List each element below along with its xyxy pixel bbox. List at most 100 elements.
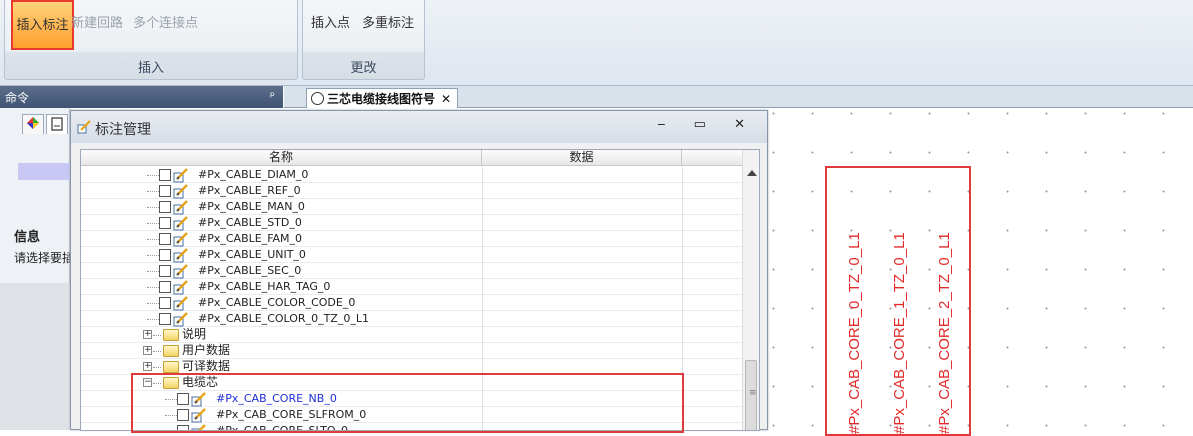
folder-label: 用户数据 [182,343,231,357]
tree-row[interactable]: #Px_CABLE_HAR_TAG_0 [81,279,744,295]
column-divider [682,327,683,343]
multiple-connection-points-button[interactable]: 多个连接点 [133,12,198,31]
row-checkbox[interactable] [159,297,171,309]
expand-toggle-icon[interactable]: + [143,346,152,355]
column-divider [682,279,683,295]
tree-row[interactable]: #Px_CABLE_DIAM_0 [81,167,744,183]
row-checkbox[interactable] [159,201,171,213]
insert-point-button[interactable]: 插入点 [311,12,350,31]
column-divider [682,247,683,263]
document-tab[interactable] [46,114,68,134]
canvas-label-core-1[interactable]: #Px_CAB_CORE_1_TZ_0_L1 [886,174,908,434]
annotation-icon [173,184,188,199]
tree-row[interactable]: #Px_CABLE_COLOR_0_TZ_0_L1 [81,311,744,327]
scroll-up-icon[interactable] [747,170,757,176]
tree-connector [147,287,159,288]
annotation-icon [173,216,188,231]
column-divider [682,263,683,279]
tree-row[interactable]: #Px_CABLE_FAM_0 [81,231,744,247]
row-checkbox[interactable] [159,185,171,197]
tree-connector [147,223,159,224]
expand-toggle-icon[interactable]: + [143,330,152,339]
command-panel: 信息 请选择要插 [0,108,70,283]
tree-folder-row[interactable]: + 用户数据 [81,343,744,359]
column-divider [482,199,483,215]
row-checkbox[interactable] [159,313,171,325]
row-checkbox[interactable] [159,249,171,261]
tab-title: 三芯电缆接线图符号 [327,92,436,106]
insert-annotation-button[interactable]: 插入标注 [11,0,74,50]
tree-folder-row[interactable]: + 说明 [81,327,744,343]
tree-connector [153,367,161,368]
canvas-label-core-0[interactable]: #Px_CAB_CORE_0_TZ_0_L1 [841,174,863,434]
multi-annotation-button[interactable]: 多重标注 [362,12,414,31]
row-label: #Px_CABLE_REF_0 [198,184,301,197]
row-checkbox[interactable] [159,217,171,229]
column-header-data[interactable]: 数据 [482,150,682,166]
command-panel-empty [0,283,70,430]
column-header-name[interactable]: 名称 [81,150,482,166]
column-divider [482,279,483,295]
annotation-icon [173,200,188,215]
tree-row[interactable]: #Px_CABLE_SEC_0 [81,263,744,279]
dialog-titlebar[interactable]: 标注管理 ‒ ▭ ✕ [71,111,767,143]
column-divider [482,247,483,263]
command-panel-title: 命令 [5,91,30,105]
column-divider [682,231,683,247]
row-checkbox[interactable] [159,233,171,245]
document-icon [311,92,324,105]
tree-row[interactable]: #Px_CABLE_REF_0 [81,183,744,199]
row-label: #Px_CABLE_UNIT_0 [198,248,306,261]
column-divider [482,263,483,279]
tree-row[interactable]: #Px_CABLE_UNIT_0 [81,247,744,263]
annotation-icon [173,280,188,295]
scroll-thumb[interactable]: ≡ [745,360,757,430]
column-divider [482,167,483,183]
column-divider [682,167,683,183]
folder-label: 说明 [182,327,207,341]
command-panel-header: 命令 ᵖ [0,86,283,108]
folder-icon [163,361,179,373]
dialog-title: 标注管理 [95,122,151,138]
tree-connector [147,207,159,208]
info-hint: 请选择要插 [14,251,70,265]
window-controls[interactable]: ‒ ▭ ✕ [657,117,757,132]
annotation-icon [173,248,188,263]
grip-icon: ≡ [749,388,757,398]
column-divider [482,343,483,359]
tree-connector [147,271,159,272]
tab-three-core-cable-symbol[interactable]: 三芯电缆接线图符号 ✕ [306,88,459,108]
row-label: #Px_CABLE_FAM_0 [198,232,303,245]
column-divider [682,343,683,359]
column-divider [482,215,483,231]
row-checkbox[interactable] [159,265,171,277]
pin-icon[interactable]: ᵖ [270,89,275,103]
annotation-icon [173,312,188,327]
row-checkbox[interactable] [159,281,171,293]
vertical-scrollbar[interactable]: ≡ [742,150,759,430]
tree-row[interactable]: #Px_CABLE_MAN_0 [81,199,744,215]
column-divider [482,295,483,311]
column-divider [482,311,483,327]
row-checkbox[interactable] [159,169,171,181]
expand-toggle-icon[interactable]: + [143,362,152,371]
ribbon-group-modify: 插入点 多重标注 更改 [302,0,425,80]
row-label: #Px_CABLE_COLOR_0_TZ_0_L1 [198,312,369,325]
row-label: #Px_CABLE_DIAM_0 [198,168,309,181]
tree-connector [147,319,159,320]
tree-header: 名称 数据 [81,150,744,166]
tree-connector [153,335,161,336]
tree-row[interactable]: #Px_CABLE_STD_0 [81,215,744,231]
cable-core-highlight-box [131,373,684,433]
row-label: #Px_CABLE_MAN_0 [198,200,305,213]
tree-connector [147,191,159,192]
new-circuit-button[interactable]: 新建回路 [71,12,123,31]
info-heading: 信息 [14,230,41,245]
tree-row[interactable]: #Px_CABLE_COLOR_CODE_0 [81,295,744,311]
canvas-label-core-2[interactable]: #Px_CAB_CORE_2_TZ_0_L1 [931,174,953,434]
ribbon-group-insert: 插入标注 新建回路 多个连接点 插入 [4,0,298,80]
properties-tab[interactable] [22,114,44,134]
page-icon [51,117,63,131]
row-label: #Px_CABLE_COLOR_CODE_0 [198,296,356,309]
close-tab-icon[interactable]: ✕ [441,92,451,106]
